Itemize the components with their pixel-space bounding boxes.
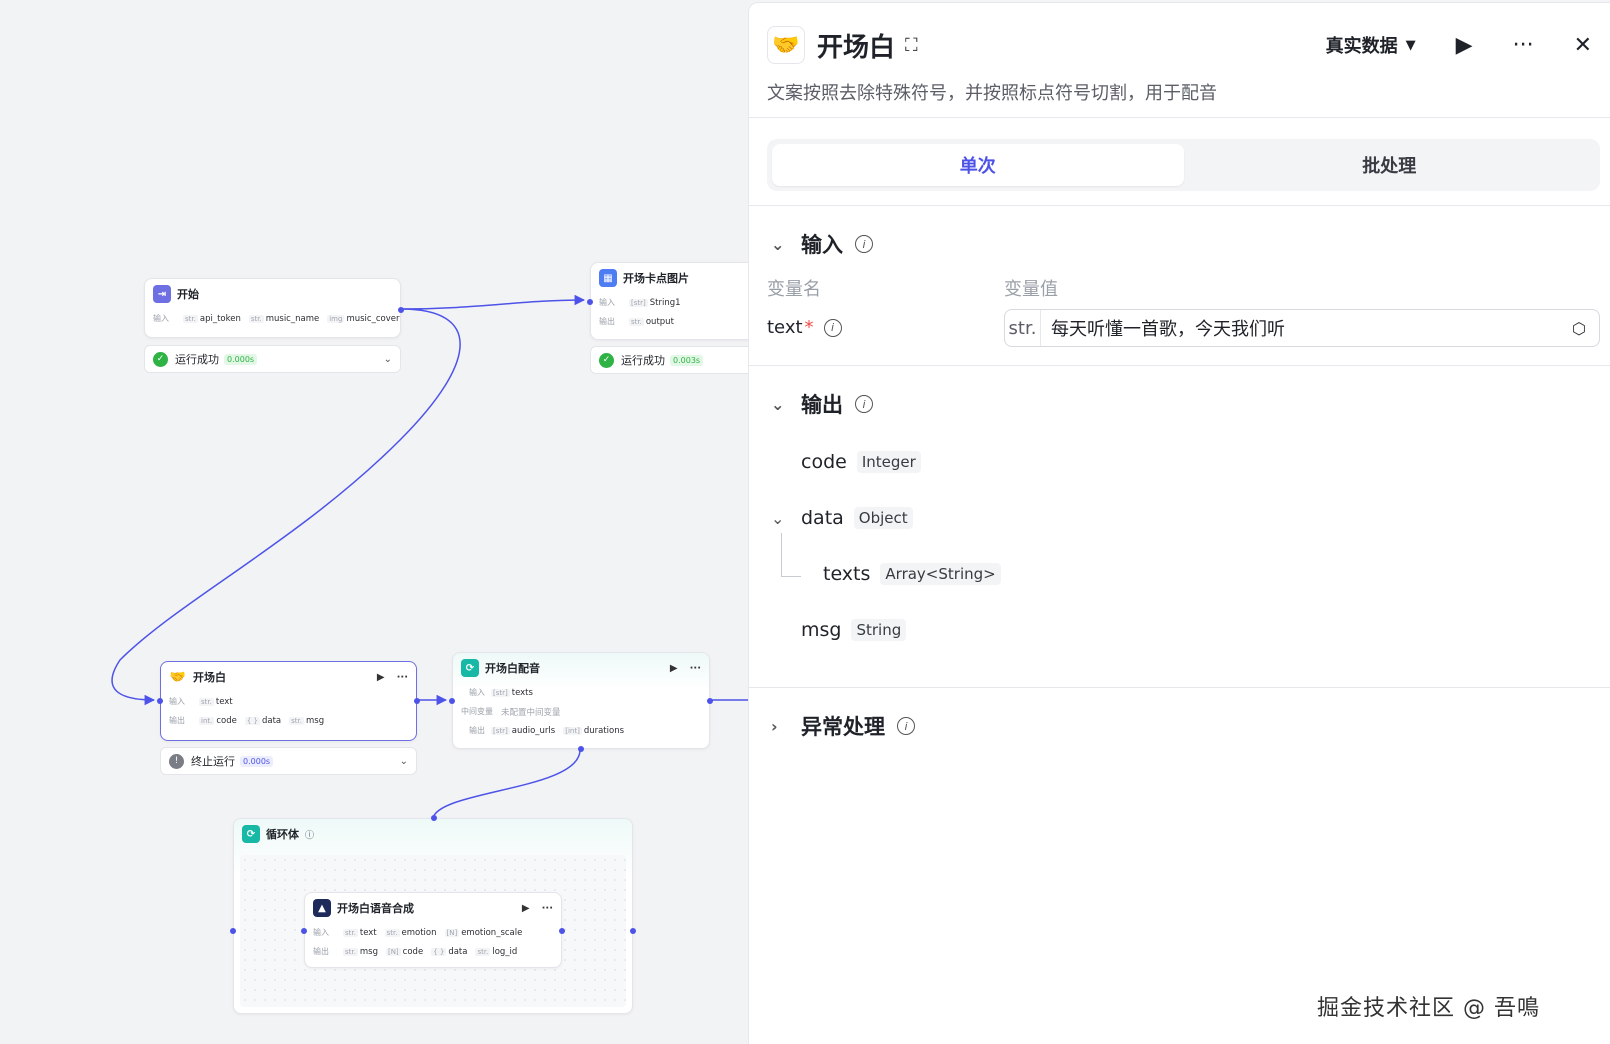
success-icon: ✓ bbox=[599, 352, 614, 368]
node-test-panel: 🤝 开场白 ⛶ 真实数据 ▼ ▶ ··· ✕ 文案按照去除特殊符号，并按照标点符号… bbox=[748, 2, 1610, 1044]
loop-port[interactable] bbox=[578, 746, 584, 752]
output-field-msg: msg String bbox=[801, 619, 907, 641]
start-node[interactable]: ⇥ 开始 输入 str. api_token str. music_name img m… bbox=[144, 278, 404, 338]
chevron-down-icon: ⌄ bbox=[771, 234, 785, 254]
loop-in-port[interactable] bbox=[230, 928, 236, 934]
opening-status-bar[interactable]: ! 终止运行 0.000s ⌄ bbox=[160, 747, 417, 775]
input-port[interactable] bbox=[301, 928, 307, 934]
start-status-bar[interactable]: ✓ 运行成功 0.000s ⌄ bbox=[144, 345, 401, 373]
image-icon: ▦ bbox=[599, 269, 617, 287]
chevron-right-icon: › bbox=[771, 716, 778, 736]
run-icon[interactable]: ▶ bbox=[670, 663, 678, 674]
panel-title: 开场白 bbox=[817, 32, 896, 63]
start-icon: ⇥ bbox=[153, 285, 171, 303]
output-field-code: code Integer bbox=[801, 451, 921, 473]
workflow-canvas[interactable]: ⇥ 开始 输入 str. api_token str. music_name img m… bbox=[0, 0, 748, 1044]
loop-icon: ⟳ bbox=[242, 825, 260, 843]
output-port[interactable] bbox=[707, 698, 713, 704]
info-icon[interactable]: i bbox=[855, 395, 873, 413]
node-title: 开始 bbox=[177, 288, 199, 301]
type-chip: Object bbox=[853, 507, 913, 529]
output-port[interactable] bbox=[398, 307, 404, 313]
type-chip: Integer bbox=[856, 451, 921, 473]
panel-header: 🤝 开场白 ⛶ 真实数据 ▼ ▶ ··· ✕ bbox=[767, 25, 1592, 65]
output-field-texts: texts Array<String> bbox=[823, 563, 1001, 585]
edge-dubbing-to-loop bbox=[432, 749, 581, 819]
variable-ref-icon[interactable]: ⬡ bbox=[1559, 319, 1599, 338]
input-var-name: text * i bbox=[767, 317, 842, 338]
loop-out-port[interactable] bbox=[630, 928, 636, 934]
run-icon[interactable]: ▶ bbox=[522, 903, 530, 914]
more-icon[interactable]: ··· bbox=[397, 672, 408, 683]
divider bbox=[749, 117, 1610, 118]
loop-top-port[interactable] bbox=[431, 815, 437, 821]
dubbing-node[interactable]: ⟳ 开场白配音 ▶ ··· 输入 [str] texts 中间变量 未配置中间变量 … bbox=[449, 652, 713, 752]
tab-bar: 单次 批处理 bbox=[767, 139, 1600, 191]
input-port[interactable] bbox=[449, 698, 455, 704]
tab-single[interactable]: 单次 bbox=[772, 144, 1184, 186]
close-icon[interactable]: ✕ bbox=[1574, 33, 1592, 58]
divider bbox=[749, 687, 1610, 688]
column-var-name: 变量名 bbox=[767, 279, 821, 300]
more-icon[interactable]: ··· bbox=[690, 663, 701, 674]
output-section-header[interactable]: ⌄ 输出 i bbox=[771, 389, 873, 419]
caret-down-icon: ▼ bbox=[1405, 37, 1416, 53]
divider bbox=[749, 365, 1610, 366]
tab-batch[interactable]: 批处理 bbox=[1184, 144, 1596, 186]
input-port[interactable] bbox=[157, 698, 163, 704]
data-mode-select[interactable]: 真实数据 ▼ bbox=[1326, 32, 1416, 58]
chevron-down-icon[interactable]: ⌄ bbox=[384, 354, 392, 365]
chevron-down-icon[interactable]: ⌄ bbox=[400, 756, 408, 767]
output-port[interactable] bbox=[559, 928, 565, 934]
required-mark: * bbox=[804, 317, 814, 338]
image-status-bar[interactable]: ✓ 运行成功 0.003s bbox=[590, 346, 748, 374]
input-section-header[interactable]: ⌄ 输入 i bbox=[771, 229, 873, 259]
tts-node[interactable]: ▲ 开场白语音合成 ▶ ··· 输入 str. text str. emotion [… bbox=[301, 892, 565, 968]
type-label: str. bbox=[1005, 310, 1041, 346]
info-icon[interactable]: i bbox=[823, 318, 842, 337]
plugin-icon[interactable]: ⛶ bbox=[905, 35, 918, 56]
audio-icon: ▲ bbox=[313, 899, 331, 917]
info-icon[interactable]: i bbox=[855, 235, 873, 253]
more-icon[interactable]: ··· bbox=[542, 903, 553, 914]
more-icon[interactable]: ··· bbox=[1513, 33, 1534, 58]
chevron-down-icon: ⌄ bbox=[771, 394, 785, 414]
run-icon[interactable]: ▶ bbox=[377, 672, 385, 683]
info-icon[interactable]: ⓘ bbox=[305, 828, 314, 841]
tree-connector bbox=[781, 533, 801, 577]
column-var-value: 变量值 bbox=[1004, 279, 1058, 300]
input-port[interactable] bbox=[587, 299, 593, 305]
success-icon: ✓ bbox=[153, 351, 168, 367]
output-port[interactable] bbox=[414, 698, 420, 704]
chevron-down-icon[interactable]: ⌄ bbox=[771, 509, 791, 528]
info-icon[interactable]: i bbox=[897, 717, 915, 735]
loop-icon: ⟳ bbox=[461, 659, 479, 677]
type-chip: String bbox=[851, 619, 907, 641]
panel-description: 文案按照去除特殊符号，并按照标点符号切割，用于配音 bbox=[767, 83, 1217, 104]
type-chip: Array<String> bbox=[880, 563, 1001, 585]
edge-start-to-image bbox=[400, 294, 586, 310]
node-inputs-row: 输入 str. api_token str. music_name img music… bbox=[153, 313, 400, 324]
image-node[interactable]: ▦ 开场卡点图片 输入 [str] String1 输出 str. output bbox=[587, 262, 748, 340]
opening-node[interactable]: 🤝 开场白 ▶ ··· 输入 str. text 输出 int. code { } da… bbox=[157, 661, 420, 741]
stop-icon: ! bbox=[169, 753, 184, 769]
text-value-input[interactable] bbox=[1041, 317, 1559, 339]
output-field-data[interactable]: ⌄ data Object bbox=[771, 507, 913, 529]
run-icon[interactable]: ▶ bbox=[1456, 33, 1473, 58]
error-section-header[interactable]: › 异常处理 i bbox=[771, 711, 915, 741]
handshake-icon: 🤝 bbox=[169, 668, 187, 686]
text-value-field: str. ⬡ bbox=[1004, 309, 1600, 347]
watermark: 掘金技术社区 @ 吾鳴 bbox=[1317, 996, 1540, 1021]
handshake-icon: 🤝 bbox=[767, 26, 805, 64]
divider bbox=[749, 205, 1610, 206]
